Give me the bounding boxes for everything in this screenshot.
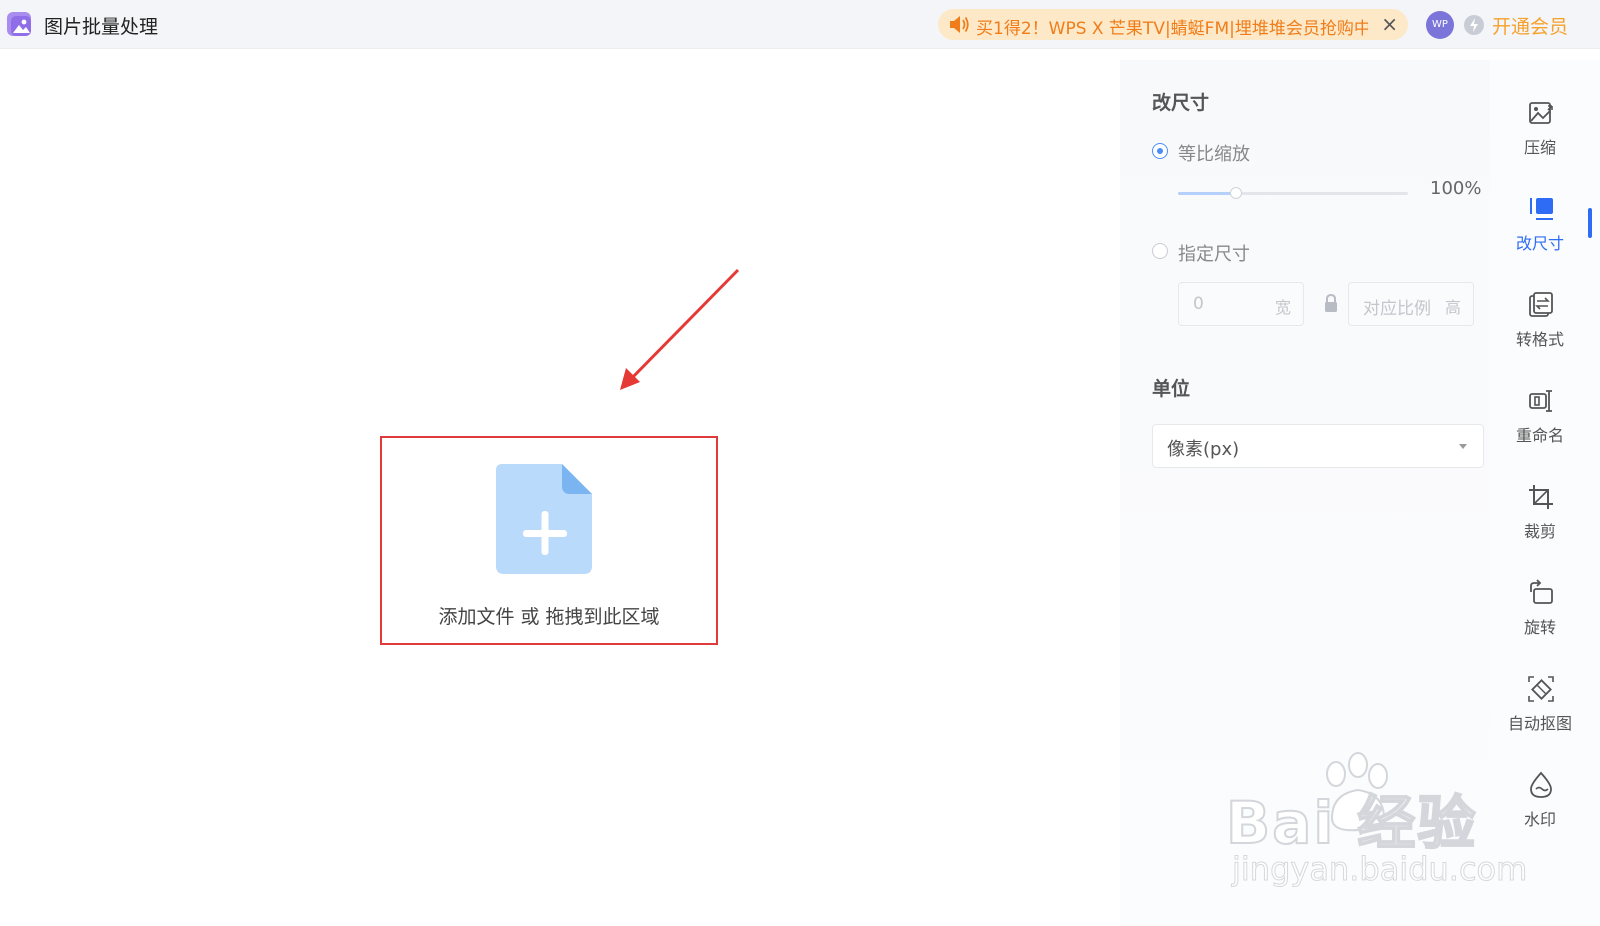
tool-rename[interactable]: 重命名 <box>1490 386 1590 470</box>
add-file-dropzone[interactable]: 添加文件 或 拖拽到此区域 <box>380 436 718 645</box>
tool-label: 压缩 <box>1523 138 1556 157</box>
tool-crop[interactable]: 裁剪 <box>1490 482 1590 566</box>
tool-label: 转格式 <box>1515 330 1564 349</box>
app-title: 图片批量处理 <box>44 16 159 38</box>
rename-icon <box>1529 390 1552 412</box>
crop-icon <box>1529 485 1553 509</box>
custom-size-radio[interactable] <box>1152 243 1168 259</box>
baidu-watermark: Bai 经验 jingyan.baidu.com <box>1225 752 1528 902</box>
proportional-scale-label: 等比缩放 <box>1178 144 1250 165</box>
app-logo-icon <box>7 12 31 36</box>
height-unit-label: 高 <box>1444 298 1461 317</box>
dropzone-label: 添加文件 或 拖拽到此区域 <box>438 606 660 628</box>
title-bar: 图片批量处理 买1得2！WPS X 芒果TV|蜻蜓FM|埋堆堆会员抢购中！ × … <box>0 0 1600 49</box>
auto-cutout-icon <box>1528 676 1554 702</box>
promo-close-icon[interactable]: × <box>1381 12 1398 36</box>
promo-banner[interactable]: 买1得2！WPS X 芒果TV|蜻蜓FM|埋堆堆会员抢购中！ × <box>938 9 1408 40</box>
scale-slider-thumb[interactable] <box>1229 187 1242 199</box>
custom-size-label: 指定尺寸 <box>1178 244 1250 265</box>
resize-icon <box>1530 198 1553 220</box>
promo-text[interactable]: 买1得2！WPS X 芒果TV|蜻蜓FM|埋堆堆会员抢购中！ <box>976 14 1368 39</box>
tool-compress[interactable]: 压缩 <box>1490 98 1590 182</box>
scale-slider-fill <box>1178 192 1236 195</box>
height-input-placeholder: 对应比例 <box>1363 299 1431 319</box>
tool-auto-cutout[interactable]: 自动抠图 <box>1490 674 1590 758</box>
tool-label: 自动抠图 <box>1507 714 1572 733</box>
tool-label: 旋转 <box>1523 618 1556 637</box>
convert-format-icon <box>1529 292 1553 317</box>
tool-convert-format[interactable]: 转格式 <box>1490 290 1590 374</box>
annotation-arrow <box>620 268 740 390</box>
vip-button[interactable]: 开通会员 <box>1492 12 1568 39</box>
tool-rotate[interactable]: 旋转 <box>1490 578 1590 662</box>
width-input[interactable]: 0 宽 <box>1178 282 1304 326</box>
watermark-url: jingyan.baidu.com <box>1231 850 1528 889</box>
lock-icon[interactable] <box>1324 294 1338 312</box>
speaker-icon <box>950 16 969 33</box>
resize-section-title: 改尺寸 <box>1152 92 1210 114</box>
width-input-value: 0 <box>1193 294 1204 314</box>
tool-label: 裁剪 <box>1523 522 1556 541</box>
scale-slider[interactable] <box>1178 187 1408 199</box>
proportional-scale-option[interactable]: 等比缩放 <box>1152 140 1352 165</box>
tool-label: 重命名 <box>1515 426 1564 445</box>
avatar[interactable]: WP <box>1426 11 1454 39</box>
vip-icon[interactable] <box>1462 13 1486 37</box>
proportional-scale-radio[interactable] <box>1152 143 1168 159</box>
height-input[interactable]: 对应比例 高 <box>1348 282 1474 326</box>
compress-icon <box>1529 102 1553 124</box>
unit-select[interactable]: 像素(px) <box>1152 424 1484 468</box>
watermark-brand: Bai 经验 <box>1225 788 1478 858</box>
scale-value: 100% <box>1430 178 1482 199</box>
add-file-icon[interactable] <box>496 464 592 574</box>
watermark-icon <box>1530 771 1552 798</box>
width-unit-label: 宽 <box>1274 298 1291 317</box>
rotate-icon <box>1530 579 1553 604</box>
unit-select-value: 像素(px) <box>1167 439 1240 460</box>
tool-resize[interactable]: 改尺寸 <box>1490 194 1590 278</box>
unit-section-title: 单位 <box>1152 378 1191 400</box>
custom-size-option[interactable]: 指定尺寸 <box>1152 240 1352 265</box>
tool-label: 改尺寸 <box>1515 234 1564 253</box>
chevron-down-icon <box>1459 444 1467 449</box>
